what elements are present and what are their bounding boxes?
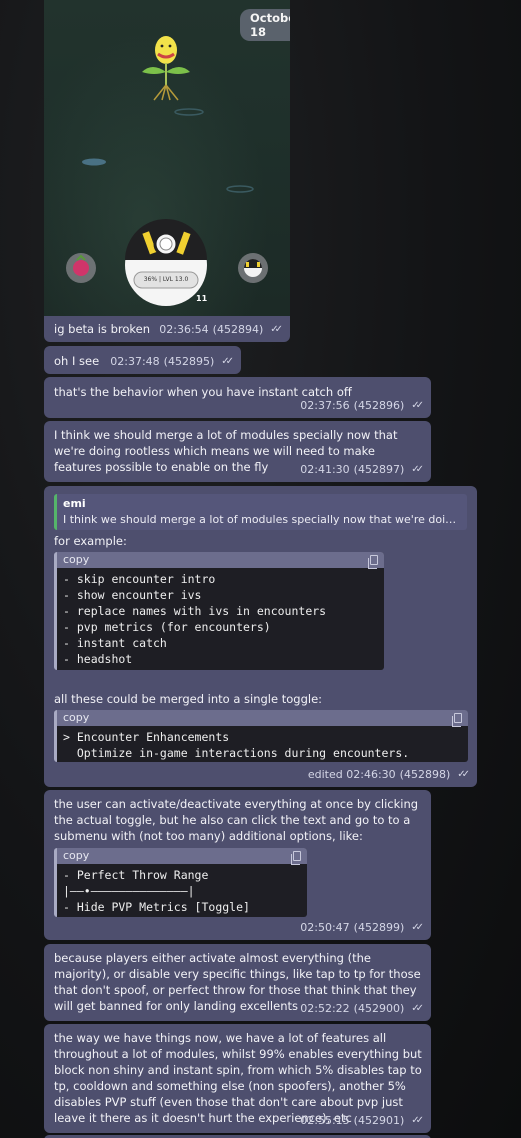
pokemon-sprite <box>142 36 190 101</box>
message-id: (452901) <box>353 1114 405 1127</box>
read-checkmarks-icon: ✓✓ <box>411 464 424 475</box>
message-meta: 02:36:54 (452894) ✓✓ <box>159 322 283 338</box>
message-id: (452895) <box>163 355 215 368</box>
reply-author: emi <box>63 497 86 510</box>
message-time: 02:52:22 <box>300 1002 350 1015</box>
code-block: copy - Perfect Throw Range |——•—————————… <box>54 848 307 917</box>
message-meta: 02:37:48 (452895) ✓✓ <box>110 354 234 370</box>
message-bubble[interactable]: oh I see 02:37:48 (452895) ✓✓ <box>44 346 241 374</box>
message-id: (452897) <box>353 463 405 476</box>
message-id: (452896) <box>353 399 405 412</box>
copy-label[interactable]: copy <box>63 711 89 724</box>
read-checkmarks-icon: ✓✓ <box>221 356 234 367</box>
reply-text: I think we should merge a lot of modules… <box>63 513 461 526</box>
code-content: > Encounter Enhancements Optimize in-gam… <box>63 730 410 760</box>
message-meta: edited 02:46:30 (452898) ✓✓ <box>307 767 470 783</box>
copy-label[interactable]: copy <box>63 849 89 862</box>
photo-attachment[interactable]: October 18 <box>44 0 290 316</box>
read-checkmarks-icon: ✓✓ <box>411 400 424 411</box>
code-header: copy <box>57 552 384 569</box>
code-content: - skip encounter intro - show encounter … <box>63 572 327 666</box>
read-checkmarks-icon: ✓✓ <box>411 922 424 933</box>
message-bubble[interactable]: emi I think we should merge a lot of mod… <box>44 486 477 787</box>
message-id: (452898) <box>399 768 451 781</box>
copy-icon[interactable] <box>368 555 378 569</box>
message-text: all these could be merged into a single … <box>54 692 323 706</box>
read-checkmarks-icon: ✓✓ <box>270 324 283 335</box>
reply-quote[interactable]: emi I think we should merge a lot of mod… <box>54 494 467 530</box>
code-block: copy > Encounter Enhancements Optimize i… <box>54 710 468 762</box>
message-time: 02:50:47 <box>300 921 350 934</box>
ball-info-label: 36% | LVL 13.0 <box>143 276 189 283</box>
copy-label[interactable]: copy <box>63 553 89 566</box>
message-meta: 02:52:22 (452900) ✓✓ <box>300 1001 424 1017</box>
message-time: edited 02:46:30 <box>307 768 396 781</box>
message-id: (452894) <box>212 323 264 336</box>
copy-icon[interactable] <box>291 851 301 865</box>
ball-count: 11 <box>196 294 208 303</box>
message-meta: 02:37:56 (452896) ✓✓ <box>300 398 424 414</box>
message-bubble[interactable]: I think we should merge a lot of modules… <box>44 421 431 482</box>
message-text: for example: <box>54 534 127 548</box>
message-id: (452900) <box>353 1002 405 1015</box>
message-bubble[interactable]: the way we have things now, we have a lo… <box>44 1024 431 1133</box>
message-text: the way we have things now, we have a lo… <box>54 1031 422 1125</box>
message-time: 02:37:56 <box>300 399 350 412</box>
ultra-ball <box>125 219 207 306</box>
message-meta: 02:41:30 (452897) ✓✓ <box>300 462 424 478</box>
read-checkmarks-icon: ✓✓ <box>411 1003 424 1014</box>
message-meta: 02:55:15 (452901) ✓✓ <box>300 1113 424 1129</box>
message-bubble[interactable]: the user can activate/deactivate everyth… <box>44 790 431 940</box>
code-header: copy <box>57 710 468 727</box>
message-id: (452899) <box>353 921 405 934</box>
read-checkmarks-icon: ✓✓ <box>457 769 470 780</box>
message-bubble[interactable]: ig beta is broken 02:36:54 (452894) ✓✓ <box>44 316 290 342</box>
message-bubble[interactable]: that's the behavior when you have instan… <box>44 377 431 418</box>
code-content: - Perfect Throw Range |——•——————————————… <box>63 868 250 914</box>
code-block: copy - skip encounter intro - show encou… <box>54 552 384 670</box>
copy-icon[interactable] <box>452 713 462 727</box>
message-text: that's the behavior when you have instan… <box>54 385 352 399</box>
message-time: 02:36:54 <box>159 323 209 336</box>
message-time: 02:41:30 <box>300 463 350 476</box>
berry-button <box>66 253 96 283</box>
game-scene-graphic <box>66 36 268 306</box>
message-meta: 02:50:47 (452899) ✓✓ <box>300 920 424 936</box>
read-checkmarks-icon: ✓✓ <box>411 1115 424 1126</box>
message-bubble[interactable]: because players either activate almost e… <box>44 944 431 1021</box>
message-time: 02:55:15 <box>300 1114 350 1127</box>
message-time: 02:37:48 <box>110 355 160 368</box>
message-text: the user can activate/deactivate everyth… <box>54 797 419 843</box>
ball-select-button <box>238 253 268 283</box>
code-header: copy <box>57 848 307 865</box>
